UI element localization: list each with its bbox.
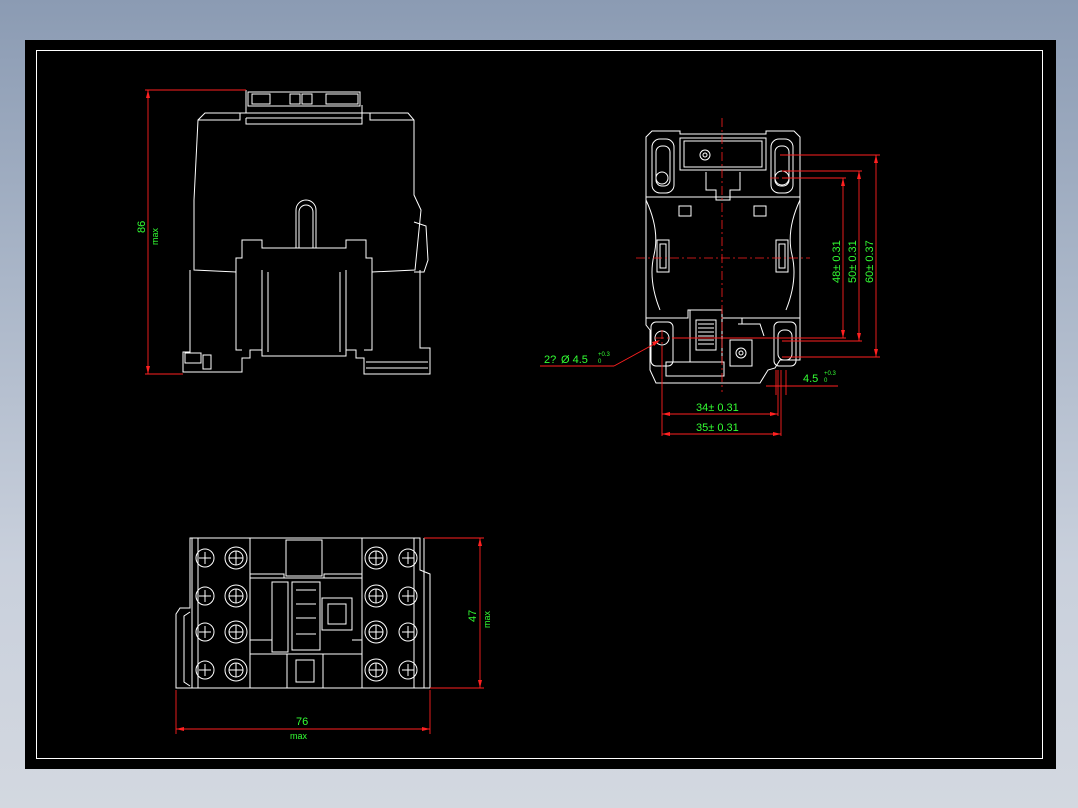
dim-35: 35± 0.31 bbox=[696, 422, 739, 434]
frame-border bbox=[36, 50, 1043, 759]
dim-47-qualifier: max bbox=[482, 610, 492, 628]
dim-60: 60± 0.37 bbox=[864, 240, 876, 283]
hole-callout-tol-lower: 0 bbox=[598, 359, 602, 365]
dim-34: 34± 0.31 bbox=[696, 402, 739, 414]
dim-86-value: 86 bbox=[136, 221, 148, 233]
dim-48: 48± 0.31 bbox=[831, 240, 843, 283]
hole-callout-prefix: 2? bbox=[544, 354, 556, 366]
dim-slot-tol-upper: +0.3 bbox=[824, 371, 837, 377]
front-view: 48± 0.31 50± 0.31 60± 0.37 4.5 +0.3 0 34… bbox=[540, 118, 880, 436]
dim-50: 50± 0.31 bbox=[847, 240, 859, 283]
terminal-screws-right bbox=[364, 546, 418, 682]
cad-drawing: 86 max 48± 0.31 50± 0.31 60± 0.37 4.5 +0… bbox=[36, 50, 1043, 759]
side-view: 86 max bbox=[136, 89, 431, 375]
drawing-sheet: 86 max 48± 0.31 50± 0.31 60± 0.37 4.5 +0… bbox=[25, 40, 1056, 769]
hole-callout-tol-upper: +0.3 bbox=[598, 352, 611, 358]
dim-76-qualifier: max bbox=[290, 731, 308, 741]
dim-86-qualifier: max bbox=[150, 227, 160, 245]
dim-slot-width: 4.5 bbox=[803, 373, 818, 385]
top-view: 47 max 76 max bbox=[175, 537, 492, 741]
dim-slot-tol-lower: 0 bbox=[824, 378, 828, 384]
dim-47-value: 47 bbox=[467, 610, 479, 622]
terminal-screws-left bbox=[195, 546, 248, 682]
hole-callout-diameter: Ø 4.5 bbox=[561, 354, 588, 366]
dim-76-value: 76 bbox=[296, 716, 308, 728]
